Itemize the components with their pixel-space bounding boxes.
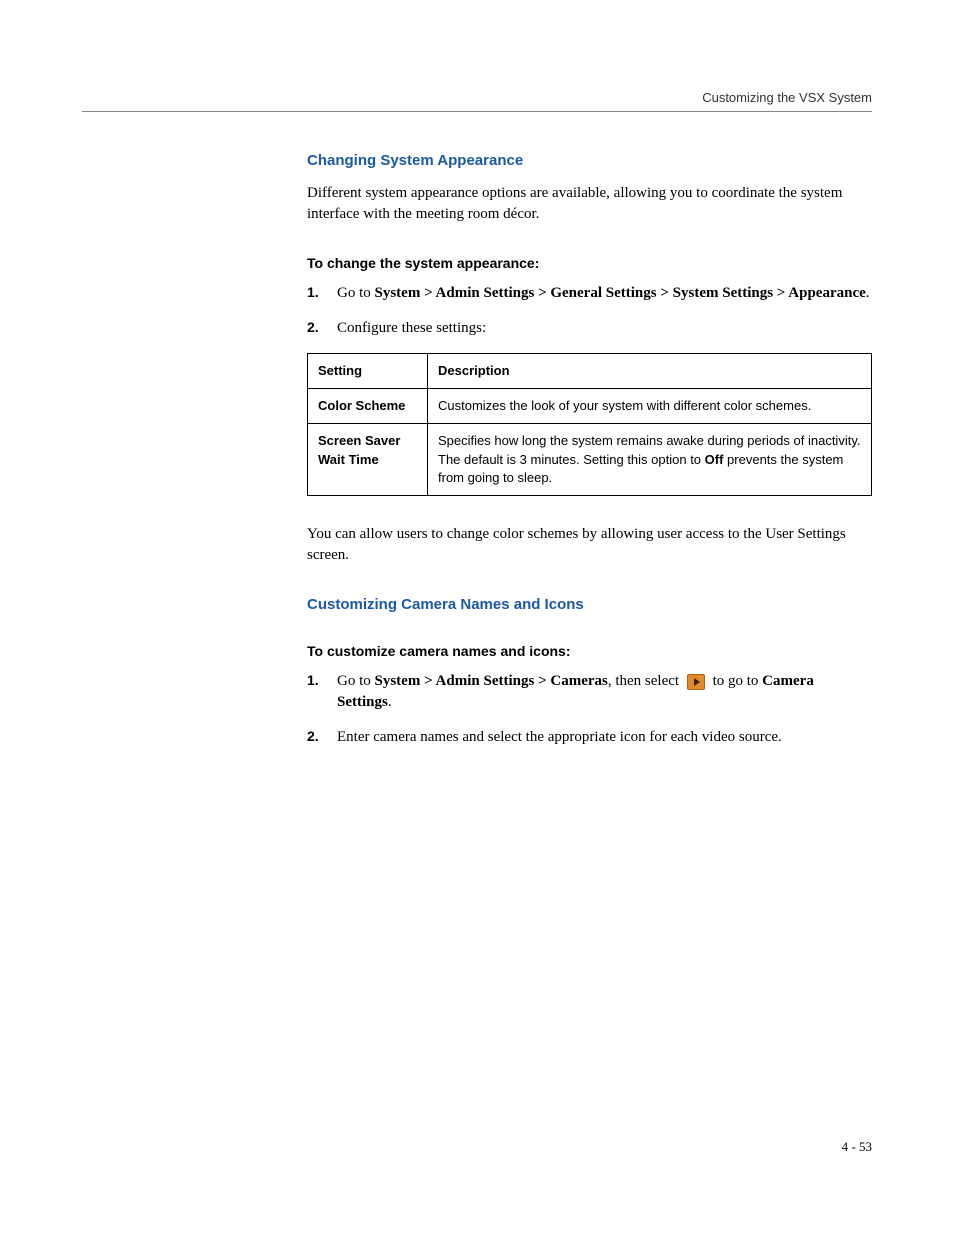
- step-text: Go to: [337, 285, 375, 301]
- step-text: Configure these settings:: [337, 320, 486, 336]
- setting-name-cell: Screen Saver Wait Time: [308, 424, 428, 496]
- settings-table: Setting Description Color Scheme Customi…: [307, 353, 872, 496]
- step-text: .: [866, 285, 870, 301]
- step-text: .: [388, 694, 392, 710]
- page-footer: 4 - 53: [842, 1139, 872, 1155]
- step-text: Enter camera names and select the approp…: [337, 729, 782, 745]
- step-item: Configure these settings:: [307, 318, 872, 339]
- page-content: Changing System Appearance Different sys…: [307, 152, 872, 748]
- section-heading-cameras: Customizing Camera Names and Icons: [307, 596, 872, 613]
- step-text: to go to: [709, 673, 762, 689]
- table-header-setting: Setting: [308, 354, 428, 389]
- table-header-description: Description: [428, 354, 872, 389]
- step-item: Go to System > Admin Settings > Cameras,…: [307, 671, 872, 713]
- steps-list-appearance: Go to System > Admin Settings > General …: [307, 283, 872, 339]
- intro-paragraph: Different system appearance options are …: [307, 183, 872, 225]
- setting-desc-cell: Customizes the look of your system with …: [428, 389, 872, 424]
- step-path: System > Admin Settings > General Settin…: [375, 285, 866, 301]
- section-heading-appearance: Changing System Appearance: [307, 152, 872, 169]
- page-number: 4 - 53: [842, 1139, 872, 1154]
- step-item: Go to System > Admin Settings > General …: [307, 283, 872, 304]
- subheading-customize-cameras: To customize camera names and icons:: [307, 643, 872, 659]
- step-text: , then select: [608, 673, 683, 689]
- arrow-right-icon: [687, 674, 705, 690]
- steps-list-cameras: Go to System > Admin Settings > Cameras,…: [307, 671, 872, 748]
- desc-bold: Off: [705, 452, 724, 467]
- step-item: Enter camera names and select the approp…: [307, 727, 872, 748]
- step-text: Go to: [337, 673, 375, 689]
- setting-desc-cell: Specifies how long the system remains aw…: [428, 424, 872, 496]
- setting-name-cell: Color Scheme: [308, 389, 428, 424]
- subheading-change-appearance: To change the system appearance:: [307, 255, 872, 271]
- header-right-text: Customizing the VSX System: [702, 90, 872, 105]
- outro-paragraph: You can allow users to change color sche…: [307, 524, 872, 566]
- table-row: Screen Saver Wait Time Specifies how lon…: [308, 424, 872, 496]
- table-row: Color Scheme Customizes the look of your…: [308, 389, 872, 424]
- page-header: Customizing the VSX System: [82, 90, 872, 112]
- step-path: System > Admin Settings > Cameras: [375, 673, 608, 689]
- table-header-row: Setting Description: [308, 354, 872, 389]
